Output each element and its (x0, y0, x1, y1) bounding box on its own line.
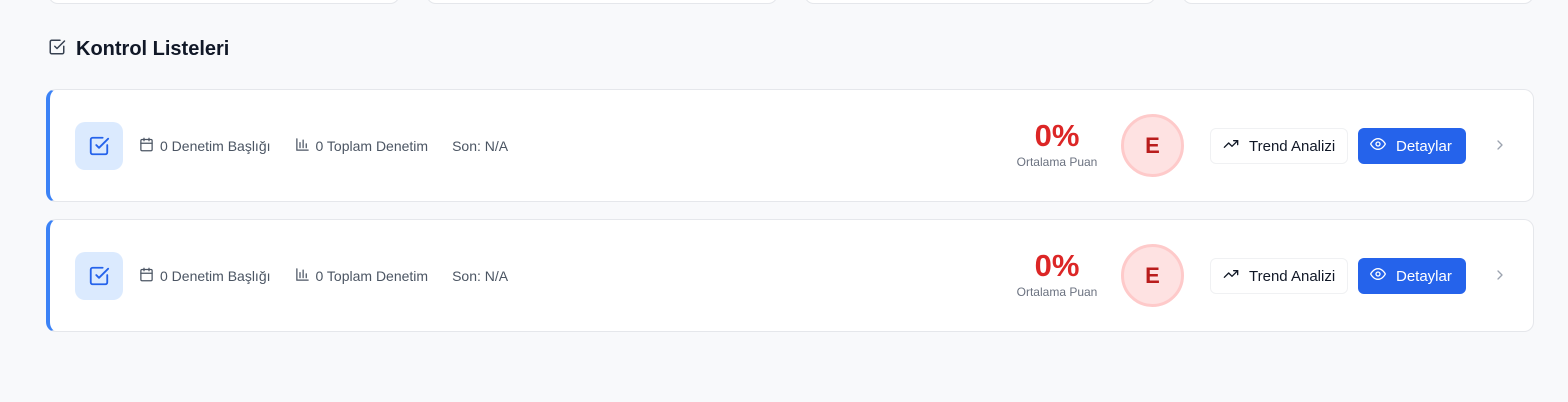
audit-titles-count: 0 Denetim Başlığı (139, 267, 271, 285)
section-title: Kontrol Listeleri (76, 38, 230, 60)
last-audit: Son: N/A (452, 268, 509, 284)
audit-titles-count: 0 Denetim Başlığı (139, 137, 271, 155)
score-value: 0% (1034, 248, 1080, 283)
grade-badge: E (1121, 114, 1184, 177)
calendar-icon (139, 137, 154, 155)
chevron-right-icon[interactable] (1492, 137, 1508, 153)
checklist-meta: 0 Denetim Başlığı 0 Toplam Denetim Son: … (139, 137, 532, 155)
eye-icon (1370, 136, 1386, 156)
trending-up-icon (1223, 136, 1239, 156)
summary-card (48, 0, 400, 4)
checkbox-icon (75, 252, 123, 300)
grade-badge: E (1121, 244, 1184, 307)
trending-up-icon (1223, 266, 1239, 286)
summary-card (1182, 0, 1534, 4)
checklist-card[interactable]: 0 Denetim Başlığı 0 Toplam Denetim Son: … (46, 219, 1534, 332)
details-button[interactable]: Detaylar (1358, 258, 1466, 294)
calendar-icon (139, 267, 154, 285)
score-label: Ortalama Puan (1016, 155, 1098, 169)
checkbox-icon (48, 38, 66, 61)
bar-chart-icon (295, 267, 310, 285)
last-audit: Son: N/A (452, 138, 509, 154)
checklist-card[interactable]: 0 Denetim Başlığı 0 Toplam Denetim Son: … (46, 89, 1534, 202)
chevron-right-icon[interactable] (1492, 267, 1508, 283)
summary-cards-row (48, 0, 1534, 4)
average-score: 0% Ortalama Puan (1012, 248, 1102, 300)
checkbox-icon (75, 122, 123, 170)
average-score: 0% Ortalama Puan (1012, 118, 1102, 170)
score-value: 0% (1034, 118, 1080, 153)
total-audits-count: 0 Toplam Denetim (295, 137, 428, 155)
total-audits-count: 0 Toplam Denetim (295, 267, 428, 285)
summary-card (426, 0, 778, 4)
trend-analysis-button[interactable]: Trend Analizi (1210, 128, 1348, 164)
section-header: Kontrol Listeleri (48, 38, 229, 61)
trend-analysis-button[interactable]: Trend Analizi (1210, 258, 1348, 294)
summary-card (804, 0, 1156, 4)
details-button[interactable]: Detaylar (1358, 128, 1466, 164)
bar-chart-icon (295, 137, 310, 155)
eye-icon (1370, 266, 1386, 286)
checklist-meta: 0 Denetim Başlığı 0 Toplam Denetim Son: … (139, 267, 532, 285)
score-label: Ortalama Puan (1016, 285, 1098, 299)
